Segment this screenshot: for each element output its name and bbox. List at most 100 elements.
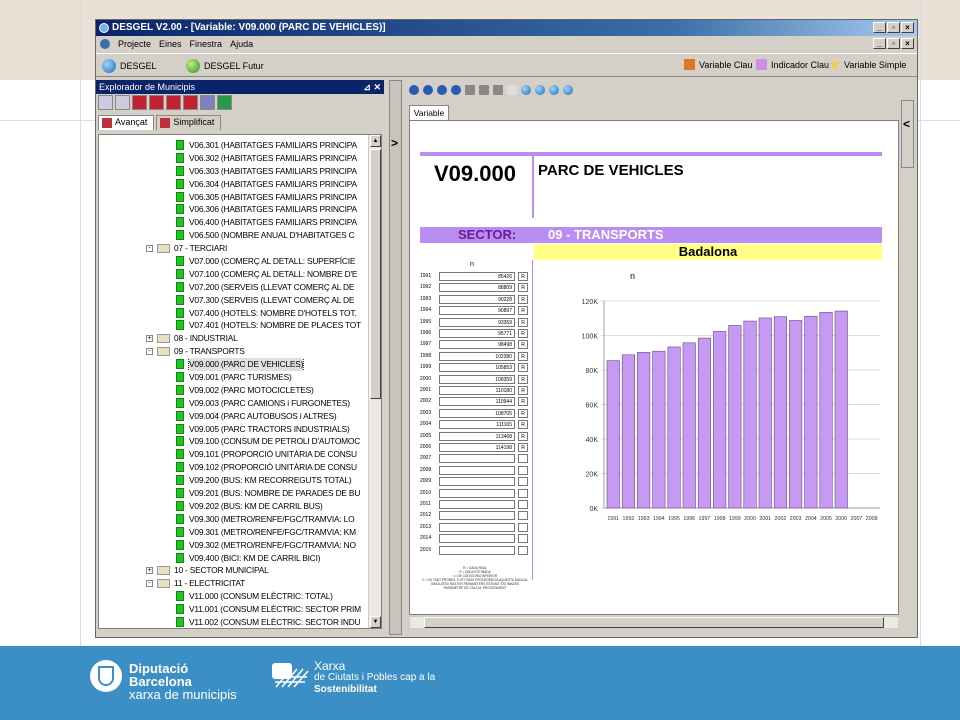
close-icon[interactable]: ⊿ ✕ xyxy=(363,80,381,94)
bar xyxy=(697,337,711,509)
tree-item[interactable]: V07.400 (HOTELS: NOMBRE D'HOTELS TOT. xyxy=(99,307,369,320)
zoom-icon[interactable] xyxy=(493,85,503,95)
tree-item[interactable]: V07.200 (SERVEIS (LLEVAT COMERÇ AL DE xyxy=(99,281,369,294)
page-icon[interactable] xyxy=(507,85,517,95)
tree-folder[interactable]: - 11 - ELECTRICITAT xyxy=(99,577,369,590)
tree-item[interactable]: V06.500 (NOMBRE ANUAL D'HABITATGES C xyxy=(99,229,369,242)
tree-item[interactable]: V06.305 (HABITATGES FAMILIARS PRINCIPA xyxy=(99,191,369,204)
tree-item[interactable]: V06.400 (HABITATGES FAMILIARS PRINCIPA xyxy=(99,216,369,229)
mdi-close-button[interactable]: × xyxy=(901,38,914,49)
chevron-right-icon[interactable]: > xyxy=(391,136,398,150)
tab-variable[interactable]: Variable xyxy=(409,105,449,120)
tree-item[interactable]: V09.202 (BUS: KM DE CARRIL BUS) xyxy=(99,500,369,513)
table-cell-value xyxy=(439,488,515,498)
report-hscrollbar[interactable] xyxy=(409,616,899,629)
tree-view-icon[interactable] xyxy=(98,95,113,110)
collapse-icon[interactable]: - xyxy=(146,580,153,588)
note-line: PARÀMETRE DE CÀLCUL PROCEDIMENT xyxy=(443,586,507,590)
tree-folder[interactable]: +08 - INDUSTRIAL xyxy=(99,332,369,345)
last-page-icon[interactable] xyxy=(451,85,461,95)
tree-folder[interactable]: - 07 - TERCIARI xyxy=(99,242,369,255)
tree-item[interactable]: V11.000 (CONSUM ELÈCTRIC: TOTAL) xyxy=(99,590,369,603)
tree-item[interactable]: V09.005 (PARC TRACTORS INDUSTRIALS) xyxy=(99,423,369,436)
tree-folder[interactable]: - 09 - TRANSPORTS xyxy=(99,345,369,358)
excel-icon[interactable] xyxy=(217,95,232,110)
tree-item[interactable]: V09.400 (BICI: KM DE CARRIL BICI) xyxy=(99,552,369,565)
tab-avancat[interactable]: Avançat xyxy=(98,115,155,130)
table-cell-mark xyxy=(518,545,528,555)
tree-item[interactable]: V09.001 (PARC TURISMES) xyxy=(99,371,369,384)
tree-item[interactable]: V09.000 (PARC DE VEHICLES) xyxy=(99,358,369,372)
tree-item[interactable]: V06.302 (HABITATGES FAMILIARS PRINCIPA xyxy=(99,152,369,165)
mdi-minimize-button[interactable]: _ xyxy=(873,38,886,49)
tree-item[interactable]: V09.200 (BUS: KM RECORREGUTS TOTAL) xyxy=(99,474,369,487)
scroll-up-arrow[interactable]: ▲ xyxy=(370,135,381,147)
tab-simplificat[interactable]: Simplificat xyxy=(156,115,222,130)
tree-item[interactable]: V06.304 (HABITATGES FAMILIARS PRINCIPA xyxy=(99,178,369,191)
tree-item[interactable]: V09.003 (PARC CAMIONS i FURGONETES) xyxy=(99,397,369,410)
mdi-restore-button[interactable]: ▫ xyxy=(887,38,900,49)
print-icon[interactable] xyxy=(465,85,475,95)
table-cell-mark: R xyxy=(518,374,528,384)
menu-finestra[interactable]: Finestra xyxy=(190,37,223,52)
book-icon[interactable] xyxy=(132,95,147,110)
x-tick-label: 1992 xyxy=(623,516,635,522)
book-icon[interactable] xyxy=(149,95,164,110)
book-icon[interactable] xyxy=(166,95,181,110)
minimize-button[interactable]: _ xyxy=(873,22,886,33)
tree-item[interactable]: V09.102 (PROPORCIÓ UNITÀRIA DE CONSU xyxy=(99,461,369,474)
scroll-down-arrow[interactable]: ▼ xyxy=(370,616,381,628)
variable-icon xyxy=(176,294,184,305)
scroll-thumb[interactable] xyxy=(424,617,884,628)
tree-item[interactable]: V09.100 (CONSUM DE PETROLI D'AUTOMOC xyxy=(99,435,369,448)
desgel-button[interactable]: DESGEL xyxy=(102,59,157,73)
tree-item[interactable]: V11.002 (CONSUM ELÈCTRIC: SECTOR INDU xyxy=(99,616,369,628)
tree-item[interactable]: V07.401 (HOTELS: NOMBRE DE PLACES TOT xyxy=(99,319,369,332)
collapse-icon[interactable]: - xyxy=(146,245,153,253)
chevron-left-icon[interactable]: < xyxy=(903,117,910,131)
book-icon[interactable] xyxy=(183,95,198,110)
expand-icon[interactable]: + xyxy=(146,335,153,343)
tree-item[interactable]: V11.001 (CONSUM ELÈCTRIC: SECTOR PRIM xyxy=(99,603,369,616)
globe-icon[interactable] xyxy=(521,85,531,95)
expand-icon[interactable]: + xyxy=(146,567,153,575)
tree-item[interactable]: V07.000 (COMERÇ AL DETALL: SUPERFÍCIE xyxy=(99,255,369,268)
globe-icon[interactable] xyxy=(535,85,545,95)
tree-item[interactable]: V09.101 (PROPORCIÓ UNITÀRIA DE CONSU xyxy=(99,448,369,461)
prev-page-icon[interactable] xyxy=(423,85,433,95)
close-button[interactable]: × xyxy=(901,22,914,33)
y-tick-label: 40K xyxy=(586,437,599,444)
tree-item[interactable]: V07.100 (COMERÇ AL DETALL: NOMBRE D'E xyxy=(99,268,369,281)
tree-item[interactable]: V06.303 (HABITATGES FAMILIARS PRINCIPA xyxy=(99,165,369,178)
tree-item[interactable]: V09.002 (PARC MOTOCICLETES) xyxy=(99,384,369,397)
tree-folder[interactable]: +10 - SECTOR MUNICIPAL xyxy=(99,564,369,577)
tree-item[interactable]: V09.302 (METRO/RENFE/FGC/TRAMVIA: NO xyxy=(99,539,369,552)
collapse-icon[interactable]: - xyxy=(146,348,153,356)
tree-item[interactable]: V09.300 (METRO/RENFE/FGC/TRAMVIA: LO xyxy=(99,513,369,526)
binoculars-icon[interactable] xyxy=(479,85,489,95)
globe-icon[interactable] xyxy=(563,85,573,95)
first-page-icon[interactable] xyxy=(409,85,419,95)
panel-splitter[interactable]: > xyxy=(389,80,402,635)
globe-icon[interactable] xyxy=(549,85,559,95)
tree-item[interactable]: V07.300 (SERVEIS (LLEVAT COMERÇ AL DE xyxy=(99,294,369,307)
scroll-thumb[interactable] xyxy=(370,149,381,399)
tree-item[interactable]: V06.306 (HABITATGES FAMILIARS PRINCIPA xyxy=(99,203,369,216)
restore-button[interactable]: ▫ xyxy=(887,22,900,33)
collapse-panel-button[interactable]: < xyxy=(901,100,914,168)
desgel-futur-button[interactable]: DESGEL Futur xyxy=(186,59,264,73)
menu-eines[interactable]: Eines xyxy=(159,37,182,52)
tree-item[interactable]: V09.201 (BUS: NOMBRE DE PARADES DE BU xyxy=(99,487,369,500)
tree-item[interactable]: V09.301 (METRO/RENFE/FGC/TRAMVIA: KM xyxy=(99,526,369,539)
variable-icon xyxy=(176,204,184,215)
tree-scrollbar[interactable]: ▲ ▼ xyxy=(368,135,381,628)
tree-item[interactable]: V09.004 (PARC AUTOBUSOS i ALTRES) xyxy=(99,410,369,423)
table-row: 2000 108359 R xyxy=(420,374,530,385)
next-page-icon[interactable] xyxy=(437,85,447,95)
settings-icon[interactable] xyxy=(200,95,215,110)
list-view-icon[interactable] xyxy=(115,95,130,110)
menu-ajuda[interactable]: Ajuda xyxy=(230,37,253,52)
tree-item[interactable]: V06.301 (HABITATGES FAMILIARS PRINCIPA xyxy=(99,139,369,152)
table-cell-mark: R xyxy=(518,386,528,395)
menu-projecte[interactable]: Projecte xyxy=(118,37,151,52)
